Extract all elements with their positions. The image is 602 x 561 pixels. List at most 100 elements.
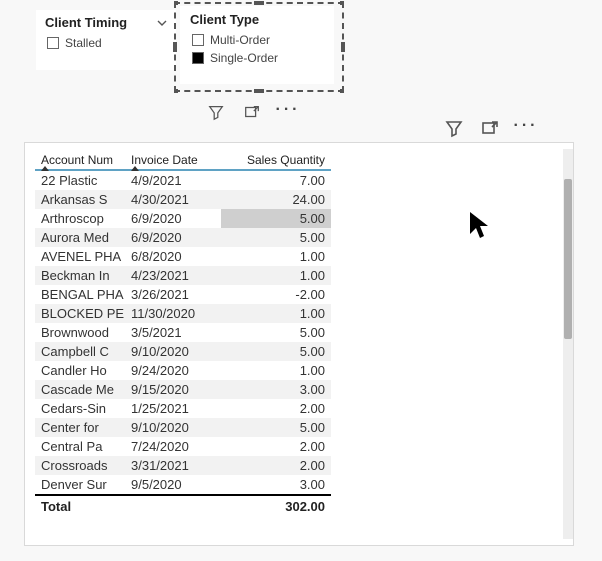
slicer-title: Client Type <box>190 12 324 27</box>
focus-mode-icon[interactable] <box>242 102 262 122</box>
cell-qty: 5.00 <box>221 209 331 228</box>
cell-account: Crossroads <box>35 456 125 475</box>
total-value: 302.00 <box>219 499 331 514</box>
table-row[interactable]: BENGAL PHA3/26/2021-2.00 <box>35 285 331 304</box>
scrollbar[interactable] <box>563 149 573 539</box>
filter-icon[interactable] <box>444 118 464 138</box>
cell-date: 7/24/2020 <box>125 437 221 456</box>
table-row[interactable]: Brownwood3/5/20215.00 <box>35 323 331 342</box>
table-row[interactable]: Beckman In4/23/20211.00 <box>35 266 331 285</box>
cell-qty: 3.00 <box>221 475 331 494</box>
sort-asc-icon <box>131 166 139 171</box>
cell-account: AVENEL PHA <box>35 247 125 266</box>
cell-qty: 2.00 <box>221 456 331 475</box>
cell-qty: 1.00 <box>221 304 331 323</box>
table-row[interactable]: Campbell C9/10/20205.00 <box>35 342 331 361</box>
cell-date: 4/23/2021 <box>125 266 221 285</box>
data-table: Account Num Invoice Date Sales Quantity … <box>35 149 331 494</box>
more-options-icon[interactable]: ··· <box>516 116 536 140</box>
cell-account: Beckman In <box>35 266 125 285</box>
table-row[interactable]: Cedars-Sin1/25/20212.00 <box>35 399 331 418</box>
cell-qty: 5.00 <box>221 228 331 247</box>
cell-date: 3/31/2021 <box>125 456 221 475</box>
cell-date: 1/25/2021 <box>125 399 221 418</box>
cell-qty: 5.00 <box>221 323 331 342</box>
cell-date: 6/9/2020 <box>125 209 221 228</box>
table-row[interactable]: BLOCKED PE11/30/20201.00 <box>35 304 331 323</box>
slicer-option-multi-order[interactable]: Multi-Order <box>190 31 324 49</box>
cell-qty: 3.00 <box>221 380 331 399</box>
cell-date: 9/10/2020 <box>125 342 221 361</box>
cell-date: 3/5/2021 <box>125 323 221 342</box>
visual-header-slicer: ··· <box>206 100 298 124</box>
table-row[interactable]: Arkansas S4/30/202124.00 <box>35 190 331 209</box>
cell-qty: 1.00 <box>221 247 331 266</box>
chevron-down-icon[interactable] <box>157 18 167 28</box>
cell-qty: 5.00 <box>221 342 331 361</box>
cell-qty: 2.00 <box>221 437 331 456</box>
slicer-client-timing[interactable]: Client Timing Stalled <box>36 10 176 70</box>
cell-account: BENGAL PHA <box>35 285 125 304</box>
column-header-account[interactable]: Account Num <box>35 149 125 170</box>
sort-asc-icon <box>41 166 49 171</box>
cell-account: BLOCKED PE <box>35 304 125 323</box>
cell-qty: 5.00 <box>221 418 331 437</box>
more-options-icon[interactable]: ··· <box>278 100 298 124</box>
cell-account: 22 Plastic <box>35 170 125 190</box>
cell-account: Central Pa <box>35 437 125 456</box>
slicer-title-text: Client Type <box>190 12 259 27</box>
cell-account: Arthroscop <box>35 209 125 228</box>
table-row[interactable]: Crossroads3/31/20212.00 <box>35 456 331 475</box>
cell-date: 6/9/2020 <box>125 228 221 247</box>
checkbox-icon[interactable] <box>47 37 59 49</box>
cell-date: 11/30/2020 <box>125 304 221 323</box>
table-total-row: Total 302.00 <box>35 494 331 514</box>
table-visual[interactable]: Account Num Invoice Date Sales Quantity … <box>24 142 574 546</box>
cell-account: Campbell C <box>35 342 125 361</box>
cell-qty: 1.00 <box>221 266 331 285</box>
slicer-title: Client Timing <box>45 15 167 30</box>
cell-date: 9/10/2020 <box>125 418 221 437</box>
cell-qty: -2.00 <box>221 285 331 304</box>
cell-qty: 24.00 <box>221 190 331 209</box>
cell-account: Center for <box>35 418 125 437</box>
cell-date: 3/26/2021 <box>125 285 221 304</box>
option-label: Multi-Order <box>210 33 270 47</box>
cell-account: Cedars-Sin <box>35 399 125 418</box>
cell-qty: 1.00 <box>221 361 331 380</box>
slicer-option-single-order[interactable]: Single-Order <box>190 49 324 67</box>
slicer-client-type[interactable]: Client Type Multi-Order Single-Order <box>180 6 334 84</box>
table-row[interactable]: Candler Ho9/24/20201.00 <box>35 361 331 380</box>
total-label: Total <box>35 499 219 514</box>
cell-account: Cascade Me <box>35 380 125 399</box>
table-row[interactable]: AVENEL PHA6/8/20201.00 <box>35 247 331 266</box>
scrollbar-thumb[interactable] <box>564 179 572 339</box>
column-header-qty[interactable]: Sales Quantity <box>221 149 331 170</box>
cell-date: 9/24/2020 <box>125 361 221 380</box>
table-header-row: Account Num Invoice Date Sales Quantity <box>35 149 331 170</box>
cell-date: 9/15/2020 <box>125 380 221 399</box>
slicer-option-stalled[interactable]: Stalled <box>45 34 167 52</box>
cell-account: Denver Sur <box>35 475 125 494</box>
focus-mode-icon[interactable] <box>480 118 500 138</box>
checkbox-icon[interactable] <box>192 34 204 46</box>
filter-icon[interactable] <box>206 102 226 122</box>
table-row[interactable]: Arthroscop6/9/20205.00 <box>35 209 331 228</box>
table-row[interactable]: 22 Plastic4/9/20217.00 <box>35 170 331 190</box>
cell-qty: 2.00 <box>221 399 331 418</box>
table-row[interactable]: Denver Sur9/5/20203.00 <box>35 475 331 494</box>
table-row[interactable]: Center for9/10/20205.00 <box>35 418 331 437</box>
cell-account: Aurora Med <box>35 228 125 247</box>
table-row[interactable]: Cascade Me9/15/20203.00 <box>35 380 331 399</box>
column-header-date[interactable]: Invoice Date <box>125 149 221 170</box>
cell-date: 4/9/2021 <box>125 170 221 190</box>
cell-account: Candler Ho <box>35 361 125 380</box>
table-row[interactable]: Central Pa7/24/20202.00 <box>35 437 331 456</box>
cell-date: 4/30/2021 <box>125 190 221 209</box>
checkbox-icon[interactable] <box>192 52 204 64</box>
cell-account: Brownwood <box>35 323 125 342</box>
table-row[interactable]: Aurora Med6/9/20205.00 <box>35 228 331 247</box>
slicer-title-text: Client Timing <box>45 15 127 30</box>
visual-header-table: ··· <box>444 116 536 140</box>
option-label: Single-Order <box>210 51 278 65</box>
